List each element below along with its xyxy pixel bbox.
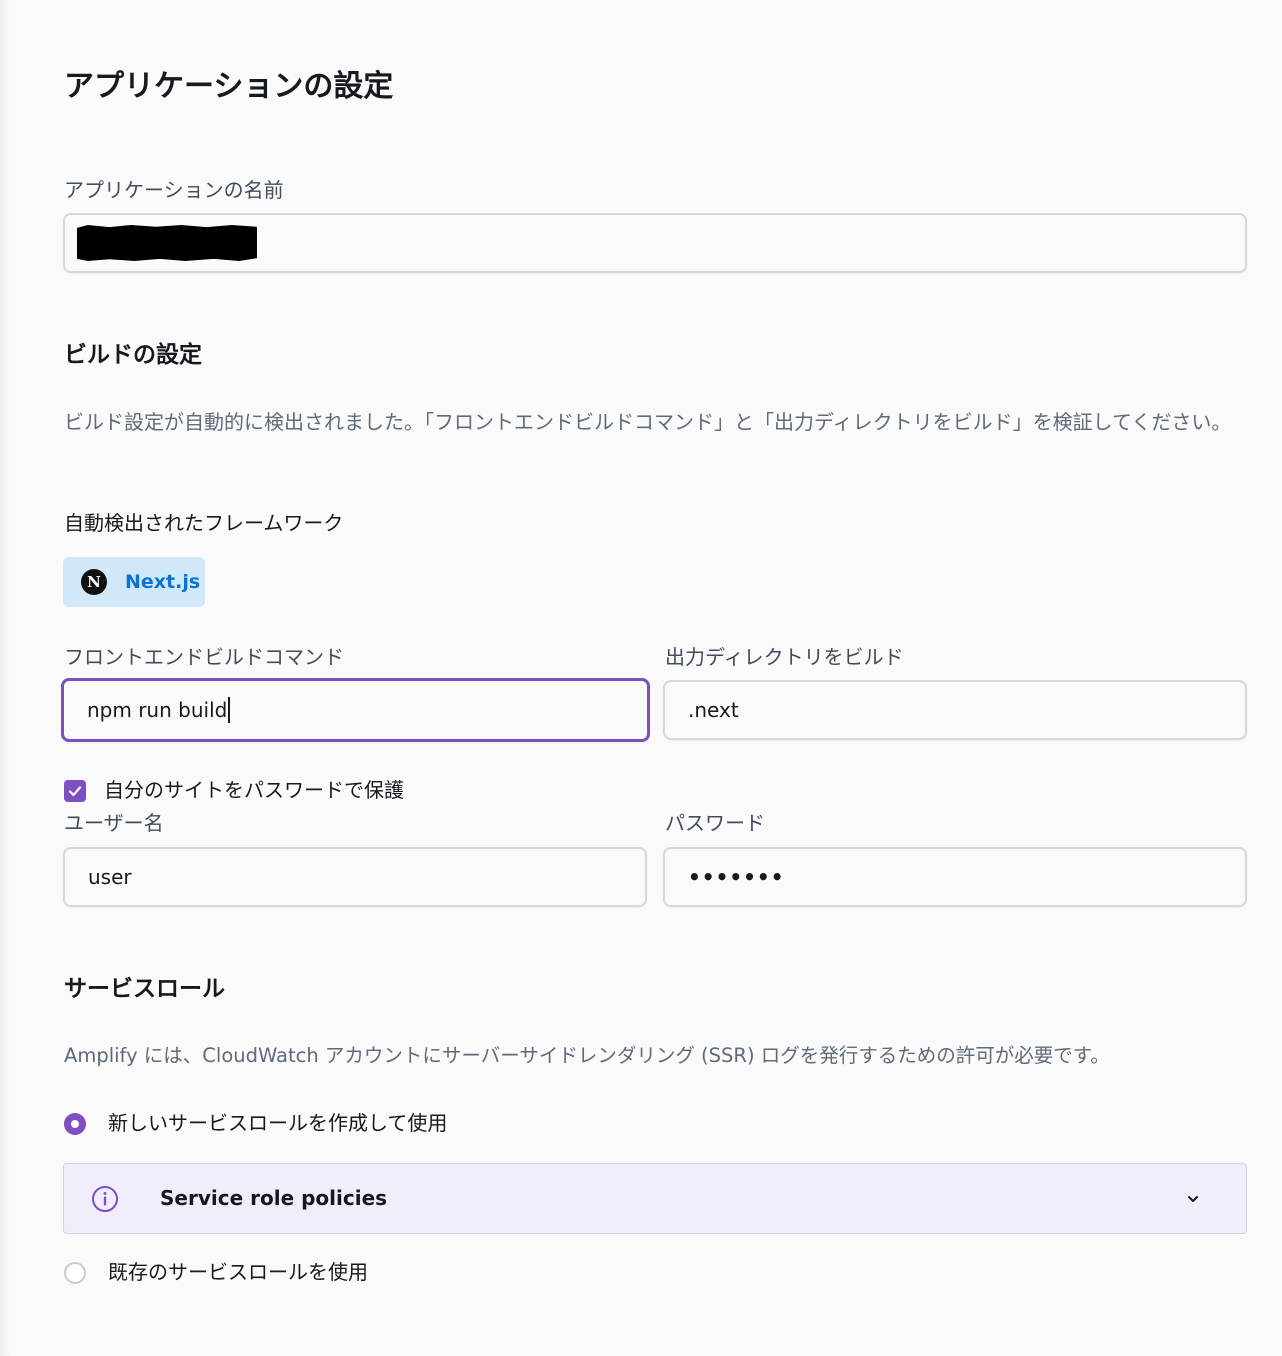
app-name-label: アプリケーションの名前 [64, 178, 284, 202]
info-icon [92, 1186, 118, 1212]
password-protect-label[interactable]: 自分のサイトをパスワードで保護 [104, 776, 404, 804]
chevron-down-icon[interactable] [1186, 1192, 1200, 1206]
output-directory-label: 出力ディレクトリをビルド [665, 645, 904, 669]
build-command-value: npm run build [87, 698, 228, 722]
password-value: ••••••• [688, 865, 785, 889]
framework-name: Next.js [125, 571, 201, 593]
password-protect-checkbox[interactable] [64, 780, 86, 802]
radio-new-service-role[interactable] [64, 1113, 86, 1135]
build-command-input[interactable]: npm run build [61, 678, 650, 742]
password-label: パスワード [665, 811, 765, 835]
service-role-description: Amplify には、CloudWatch アカウントにサーバーサイドレンダリン… [64, 1044, 1110, 1067]
page-left-edge [0, 0, 10, 1356]
radio-existing-service-role-label[interactable]: 既存のサービスロールを使用 [108, 1258, 368, 1286]
output-directory-value: .next [688, 698, 739, 722]
password-input[interactable]: ••••••• [663, 847, 1247, 907]
build-settings-description: ビルド設定が自動的に検出されました。「フロントエンドビルドコマンド」と「出力ディ… [64, 410, 1232, 434]
redacted-app-name [77, 225, 257, 261]
username-label: ユーザー名 [64, 811, 164, 835]
nextjs-logo-icon: N [81, 569, 107, 595]
username-value: user [88, 865, 132, 889]
text-caret [228, 697, 231, 723]
radio-existing-service-role[interactable] [64, 1262, 86, 1284]
build-settings-heading: ビルドの設定 [64, 342, 202, 368]
framework-label: 自動検出されたフレームワーク [64, 511, 344, 535]
username-input[interactable]: user [63, 847, 647, 907]
service-role-policies-title: Service role policies [160, 1186, 388, 1210]
check-icon [68, 786, 82, 797]
service-role-policies-panel[interactable]: Service role policies [63, 1163, 1247, 1234]
radio-new-service-role-label[interactable]: 新しいサービスロールを作成して使用 [108, 1109, 447, 1137]
output-directory-input[interactable]: .next [663, 680, 1247, 740]
service-role-heading: サービスロール [64, 976, 225, 1002]
framework-badge: N Next.js [63, 557, 205, 607]
build-command-label: フロントエンドビルドコマンド [64, 645, 344, 669]
page-title: アプリケーションの設定 [64, 69, 394, 104]
